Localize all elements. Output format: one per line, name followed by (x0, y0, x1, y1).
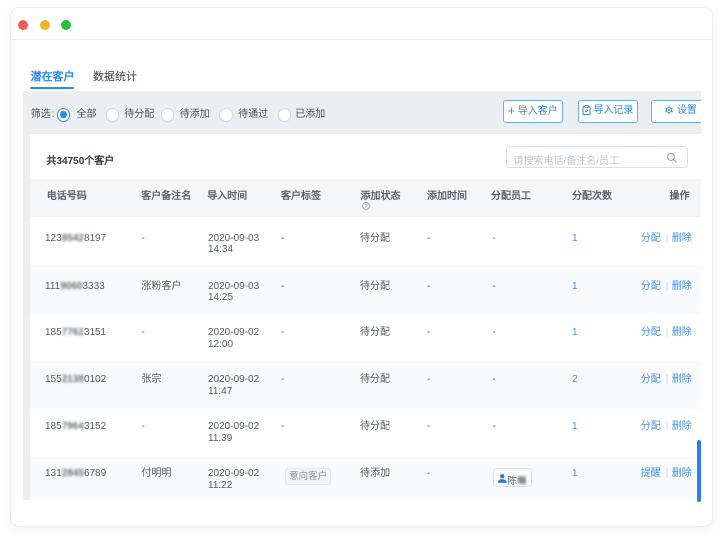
svg-text:?: ? (364, 204, 367, 210)
